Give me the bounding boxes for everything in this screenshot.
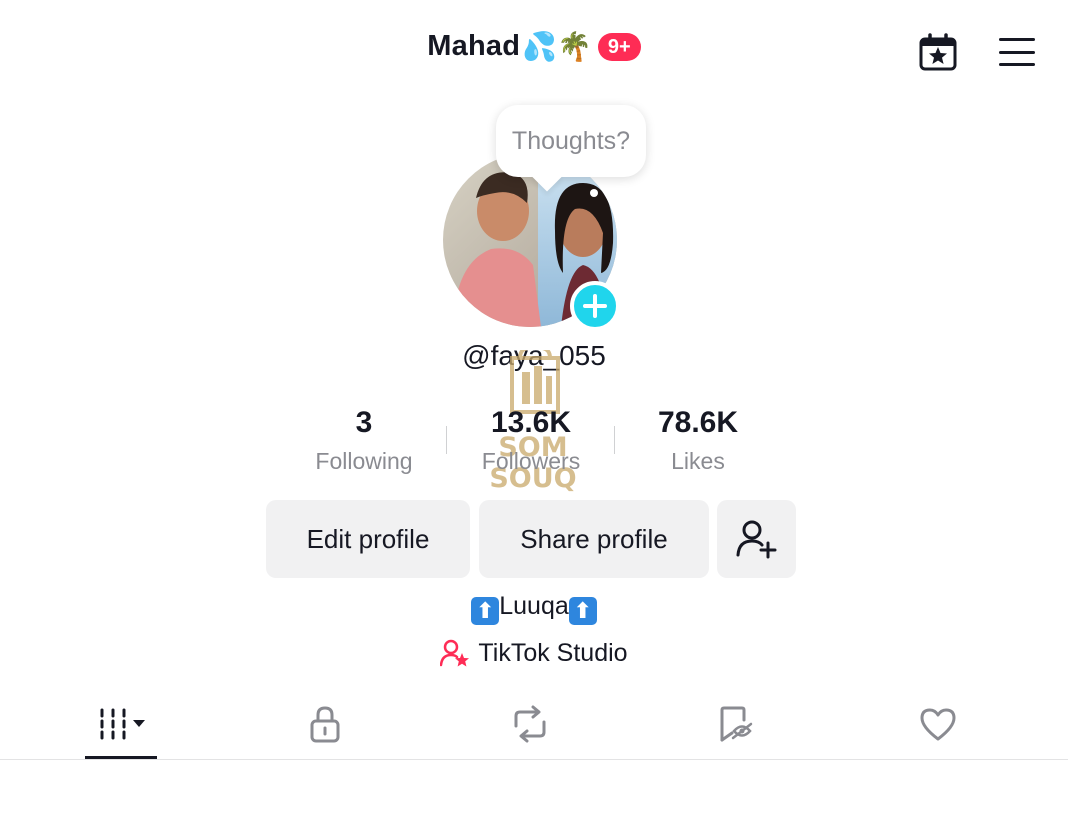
hamburger-menu-icon (999, 38, 1035, 41)
stat-following[interactable]: 3 Following (279, 404, 449, 475)
plus-icon (583, 294, 607, 318)
title-row[interactable]: Mahad 💦🌴 9+ (0, 30, 1068, 63)
add-story-button[interactable] (570, 281, 620, 331)
tab-private[interactable] (285, 698, 365, 750)
tab-liked[interactable] (898, 698, 978, 750)
add-friend-button[interactable] (717, 500, 796, 578)
up-arrow-emoji: ⬆ (471, 597, 500, 625)
tab-reposts[interactable] (490, 698, 570, 750)
story-prompt-bubble[interactable]: Thoughts? (496, 105, 646, 177)
likes-label: Likes (671, 448, 725, 474)
calendar-button[interactable] (914, 30, 962, 74)
tiktok-studio-link[interactable]: TikTok Studio (0, 638, 1068, 668)
share-profile-button[interactable]: Share profile (479, 500, 709, 578)
repost-icon (514, 705, 546, 743)
calendar-star-icon (919, 33, 957, 71)
bio-text: Luuqa (499, 592, 569, 620)
following-count: 3 (355, 406, 373, 439)
lock-icon (310, 706, 340, 743)
bio: ⬆ Luuqa ⬆ (0, 592, 1068, 625)
heart-icon (920, 708, 956, 741)
account-name[interactable]: Mahad (427, 30, 520, 63)
stat-followers[interactable]: 13.6K Followers (446, 404, 616, 475)
followers-label: Followers (481, 448, 581, 474)
notification-badge[interactable]: 9+ (597, 32, 641, 61)
up-arrow-emoji: ⬆ (568, 597, 597, 625)
tab-videos[interactable] (82, 698, 162, 750)
creator-star-icon (440, 639, 470, 667)
edit-profile-button[interactable]: Edit profile (266, 500, 470, 578)
title-emoji: 💦🌴 (522, 31, 592, 62)
content-tabs (0, 690, 1068, 760)
likes-count: 78.6K (657, 406, 739, 439)
tab-favorites[interactable] (696, 698, 776, 750)
videos-grid-icon (100, 708, 145, 740)
stats-row: 3 Following 13.6K Followers 78.6K Likes (0, 404, 1068, 484)
favorites-icon (720, 706, 753, 742)
active-tab-indicator (85, 756, 157, 759)
stat-likes[interactable]: 78.6K Likes (613, 404, 783, 475)
following-label: Following (315, 448, 413, 474)
add-user-icon (736, 520, 776, 559)
menu-button[interactable] (996, 34, 1038, 70)
followers-count: 13.6K (490, 406, 572, 439)
tiktok-studio-label: TikTok Studio (478, 638, 628, 667)
top-header: Mahad 💦🌴 9+ (0, 0, 1068, 104)
